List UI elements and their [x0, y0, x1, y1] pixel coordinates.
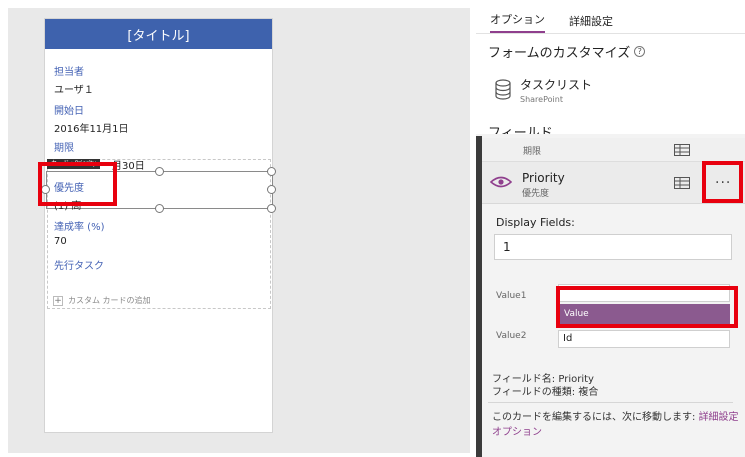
form-field-progress[interactable]: 達成率 (%) 70 [54, 218, 104, 247]
value2-label: Value2 [496, 331, 527, 341]
form-field-predecessor[interactable]: 先行タスク [54, 257, 104, 272]
field-label: 達成率 (%) [54, 222, 105, 233]
form-title: [タイトル] [127, 28, 190, 44]
display-fields-input[interactable]: 1 [494, 234, 732, 260]
resize-handle[interactable] [267, 204, 276, 213]
field-label: 期限 [54, 143, 74, 154]
tab-options[interactable]: オプション [490, 11, 545, 33]
add-custom-card[interactable]: + カスタム カードの追加 [53, 295, 151, 306]
form-field-assignee[interactable]: 担当者 ユーザ１ [54, 63, 94, 96]
field-value: 2016年11月1日 [54, 124, 129, 135]
database-icon [495, 79, 511, 100]
customize-title: フォームのカスタマイズ ? [488, 42, 646, 61]
divider [488, 402, 733, 403]
field-type-info: フィールドの種類: 複合 [492, 387, 599, 398]
help-icon[interactable]: ? [634, 46, 646, 57]
eye-icon[interactable] [490, 176, 512, 188]
field-display-name: 優先度 [522, 189, 550, 199]
resize-handle[interactable] [155, 167, 164, 176]
panel-tabs: オプション 詳細設定 [476, 8, 745, 34]
field-row-due-date[interactable]: 期限 [482, 138, 745, 162]
properties-panel: オプション 詳細設定 フォームのカスタマイズ ? タスクリスト SharePoi… [476, 8, 745, 457]
field-label: 開始日 [54, 106, 84, 117]
resize-handle[interactable] [267, 167, 276, 176]
layout-grid-icon[interactable] [674, 144, 690, 156]
highlight-box-value-option [556, 286, 738, 328]
value1-label: Value1 [496, 291, 527, 301]
display-fields-label: Display Fields: [496, 216, 575, 229]
field-label: 担当者 [54, 67, 84, 78]
field-label: 先行タスク [54, 261, 104, 272]
design-canvas: [タイトル] 担当者 ユーザ１ 開始日 2016年11月1日 期限 月30日 カ… [8, 8, 470, 453]
form-title-bar[interactable]: [タイトル] [45, 19, 272, 49]
highlight-box-more-button [702, 161, 743, 203]
value2-dropdown[interactable]: Id [558, 330, 730, 348]
add-card-label: カスタム カードの追加 [68, 296, 151, 305]
datasource-type: SharePoint [520, 95, 563, 104]
datasource[interactable]: タスクリスト SharePoint [494, 76, 592, 104]
field-name: Priority [522, 171, 565, 185]
datasource-name: タスクリスト [520, 78, 593, 92]
plus-icon: + [53, 295, 63, 306]
tab-advanced[interactable]: 詳細設定 [569, 13, 613, 33]
customize-title-text: フォームのカスタマイズ [488, 46, 631, 61]
resize-handle[interactable] [267, 185, 276, 194]
field-row-label: 期限 [523, 147, 542, 157]
edit-card-note: このカードを編集するには、次に移動します: 詳細設定オプション [492, 410, 742, 440]
highlight-box-priority-card [38, 162, 117, 206]
field-value: 70 [54, 236, 67, 247]
resize-handle[interactable] [155, 204, 164, 213]
form-field-start-date[interactable]: 開始日 2016年11月1日 [54, 102, 129, 135]
edit-note-text: このカードを編集するには、次に移動します: [492, 412, 699, 423]
field-value: ユーザ１ [54, 85, 94, 96]
form-preview: [タイトル] 担当者 ユーザ１ 開始日 2016年11月1日 期限 月30日 カ… [41, 18, 276, 433]
layout-grid-icon[interactable] [674, 177, 690, 189]
